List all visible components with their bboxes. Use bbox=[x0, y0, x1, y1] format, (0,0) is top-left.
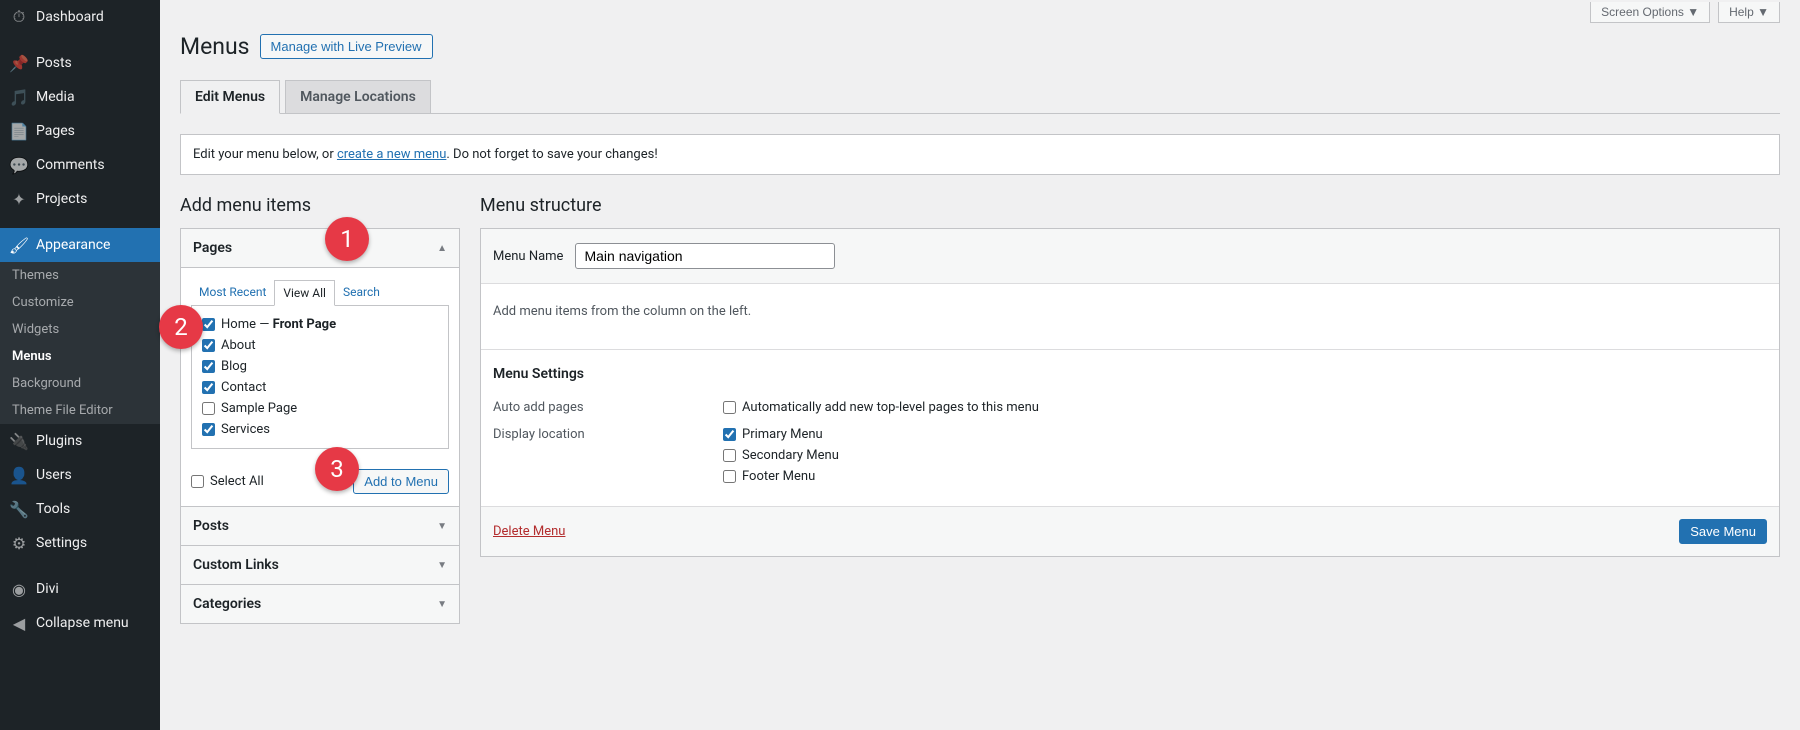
inner-tab-recent[interactable]: Most Recent bbox=[191, 280, 274, 306]
dashboard-icon: ⏱ bbox=[10, 8, 28, 26]
page-row[interactable]: Home — Front Page bbox=[202, 314, 438, 335]
save-menu-button[interactable]: Save Menu bbox=[1679, 519, 1767, 544]
inner-tab-view-all[interactable]: View All bbox=[274, 280, 335, 306]
tab-edit-menus[interactable]: Edit Menus bbox=[180, 80, 280, 114]
collapse-icon: ◀ bbox=[10, 614, 28, 632]
sidebar-item-media[interactable]: 🎵Media bbox=[0, 80, 160, 114]
location-checkbox[interactable] bbox=[723, 449, 736, 462]
page-row[interactable]: Services bbox=[202, 419, 438, 440]
page-checkbox[interactable] bbox=[202, 339, 215, 352]
live-preview-button[interactable]: Manage with Live Preview bbox=[260, 34, 433, 59]
submenu-theme-editor[interactable]: Theme File Editor bbox=[0, 397, 160, 424]
user-icon: 👤 bbox=[10, 466, 28, 484]
help-button[interactable]: Help ▼ bbox=[1718, 2, 1780, 23]
auto-add-checkbox[interactable] bbox=[723, 401, 736, 414]
location-secondary[interactable]: Secondary Menu bbox=[723, 448, 839, 463]
submenu-customize[interactable]: Customize bbox=[0, 289, 160, 316]
add-to-menu-button[interactable]: Add to Menu bbox=[353, 469, 449, 494]
categories-accordion: Categories▼ bbox=[180, 584, 460, 624]
sidebar-item-projects[interactable]: ✦Projects bbox=[0, 182, 160, 216]
page-row[interactable]: About bbox=[202, 335, 438, 356]
submenu-widgets[interactable]: Widgets bbox=[0, 316, 160, 343]
callout-badge-1: 1 bbox=[325, 217, 369, 261]
pages-icon: 📄 bbox=[10, 122, 28, 140]
sidebar-item-appearance[interactable]: 🖌Appearance bbox=[0, 228, 160, 262]
media-icon: 🎵 bbox=[10, 88, 28, 106]
caret-down-icon: ▼ bbox=[437, 560, 447, 571]
pages-accordion-header[interactable]: Pages▲ bbox=[181, 229, 459, 268]
page-title: Menus bbox=[180, 33, 250, 60]
sidebar-item-pages[interactable]: 📄Pages bbox=[0, 114, 160, 148]
sidebar-item-users[interactable]: 👤Users bbox=[0, 458, 160, 492]
page-checkbox[interactable] bbox=[202, 318, 215, 331]
caret-down-icon: ▼ bbox=[437, 599, 447, 610]
custom-links-accordion-header[interactable]: Custom Links▼ bbox=[181, 546, 459, 584]
display-location-label: Display location bbox=[493, 427, 723, 484]
sidebar-item-posts[interactable]: 📌Posts bbox=[0, 46, 160, 80]
location-footer[interactable]: Footer Menu bbox=[723, 469, 839, 484]
nav-tabs: Edit Menus Manage Locations bbox=[180, 80, 1780, 114]
auto-add-option[interactable]: Automatically add new top-level pages to… bbox=[723, 400, 1039, 415]
menu-body-hint: Add menu items from the column on the le… bbox=[481, 284, 1779, 349]
location-checkbox[interactable] bbox=[723, 428, 736, 441]
pages-accordion: 1 2 Pages▲ Most Recent View All Search H… bbox=[180, 228, 460, 507]
admin-sidebar: ⏱Dashboard 📌Posts 🎵Media 📄Pages 💬Comment… bbox=[0, 0, 160, 730]
sidebar-item-comments[interactable]: 💬Comments bbox=[0, 148, 160, 182]
posts-accordion-header[interactable]: Posts▼ bbox=[181, 507, 459, 545]
sidebar-item-plugins[interactable]: 🔌Plugins bbox=[0, 424, 160, 458]
menu-panel: Menu Name Add menu items from the column… bbox=[480, 228, 1780, 557]
sidebar-item-dashboard[interactable]: ⏱Dashboard bbox=[0, 0, 160, 34]
add-items-heading: Add menu items bbox=[180, 195, 460, 216]
page-checkbox[interactable] bbox=[202, 423, 215, 436]
pin-icon: 📌 bbox=[10, 54, 28, 72]
comments-icon: 💬 bbox=[10, 156, 28, 174]
submenu-themes[interactable]: Themes bbox=[0, 262, 160, 289]
custom-links-accordion: Custom Links▼ bbox=[180, 545, 460, 585]
settings-icon: ⚙ bbox=[10, 534, 28, 552]
wrench-icon: 🔧 bbox=[10, 500, 28, 518]
callout-badge-3: 3 bbox=[315, 447, 359, 491]
main-content: Screen Options ▼ Help ▼ Menus Manage wit… bbox=[160, 0, 1800, 730]
appearance-submenu: Themes Customize Widgets Menus Backgroun… bbox=[0, 262, 160, 424]
create-menu-link[interactable]: create a new menu bbox=[337, 147, 446, 162]
location-primary[interactable]: Primary Menu bbox=[723, 427, 839, 442]
page-checkbox[interactable] bbox=[202, 360, 215, 373]
categories-accordion-header[interactable]: Categories▼ bbox=[181, 585, 459, 623]
submenu-background[interactable]: Background bbox=[0, 370, 160, 397]
callout-badge-2: 2 bbox=[159, 305, 203, 349]
divi-icon: ◉ bbox=[10, 580, 28, 598]
caret-down-icon: ▼ bbox=[437, 521, 447, 532]
page-row[interactable]: Sample Page bbox=[202, 398, 438, 419]
menu-name-input[interactable] bbox=[575, 243, 835, 269]
sidebar-item-divi[interactable]: ◉Divi bbox=[0, 572, 160, 606]
page-checkbox[interactable] bbox=[202, 381, 215, 394]
delete-menu-link[interactable]: Delete Menu bbox=[493, 524, 565, 539]
tab-manage-locations[interactable]: Manage Locations bbox=[285, 80, 431, 113]
plugin-icon: 🔌 bbox=[10, 432, 28, 450]
inner-tab-search[interactable]: Search bbox=[335, 280, 388, 306]
menu-settings-heading: Menu Settings bbox=[493, 366, 1767, 382]
posts-accordion: Posts▼ bbox=[180, 506, 460, 546]
sidebar-item-tools[interactable]: 🔧Tools bbox=[0, 492, 160, 526]
pages-list: Home — Front Page About Blog Contact Sam… bbox=[191, 305, 449, 449]
sidebar-item-settings[interactable]: ⚙Settings bbox=[0, 526, 160, 560]
sidebar-collapse[interactable]: ◀Collapse menu bbox=[0, 606, 160, 640]
screen-options-button[interactable]: Screen Options ▼ bbox=[1590, 2, 1710, 23]
select-all[interactable]: Select All bbox=[191, 474, 264, 489]
select-all-checkbox[interactable] bbox=[191, 475, 204, 488]
info-notice: Edit your menu below, or create a new me… bbox=[180, 134, 1780, 175]
menu-structure-heading: Menu structure bbox=[480, 195, 1780, 216]
caret-up-icon: ▲ bbox=[437, 243, 447, 254]
location-checkbox[interactable] bbox=[723, 470, 736, 483]
submenu-menus[interactable]: Menus bbox=[0, 343, 160, 370]
brush-icon: 🖌 bbox=[10, 236, 28, 254]
page-row[interactable]: Blog bbox=[202, 356, 438, 377]
page-row[interactable]: Contact bbox=[202, 377, 438, 398]
menu-name-label: Menu Name bbox=[493, 249, 563, 264]
projects-icon: ✦ bbox=[10, 190, 28, 208]
page-checkbox[interactable] bbox=[202, 402, 215, 415]
auto-add-label: Auto add pages bbox=[493, 400, 723, 415]
